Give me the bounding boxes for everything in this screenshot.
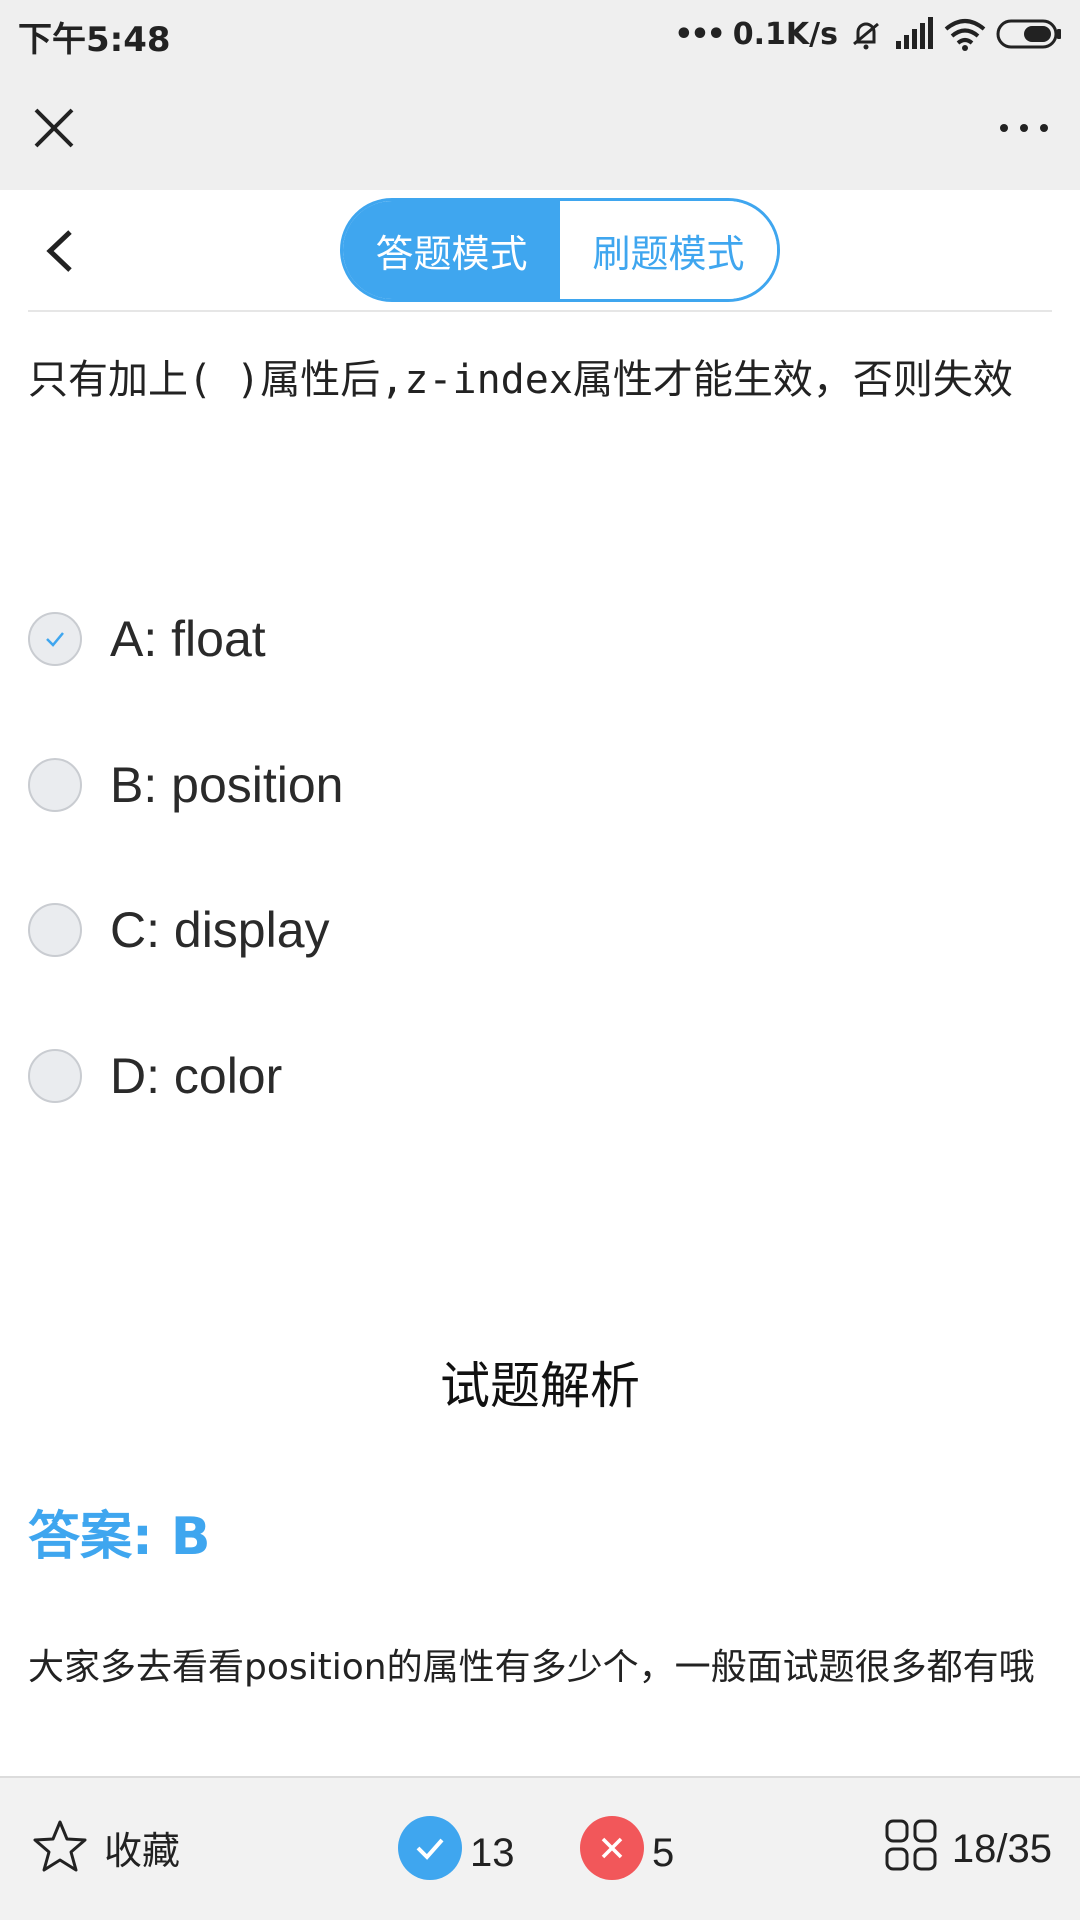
wrong-count: 5 (652, 1830, 675, 1875)
radio-unchecked[interactable] (28, 758, 82, 812)
wrong-counter[interactable]: 5 (580, 1816, 674, 1880)
favorite-label: 收藏 (104, 1828, 181, 1873)
status-dots: ••• (674, 16, 726, 52)
star-icon (33, 1820, 87, 1872)
progress-count: 18/35 (951, 1826, 1052, 1871)
correct-count: 13 (470, 1830, 515, 1875)
radio-checked[interactable] (28, 612, 82, 666)
close-icon[interactable] (28, 102, 80, 154)
status-time: 下午5:48 (18, 20, 171, 60)
signal-icon (896, 17, 933, 49)
grid-icon (885, 1819, 937, 1871)
correct-counter[interactable]: 13 (398, 1816, 515, 1880)
option-d[interactable]: D: color (28, 1046, 282, 1106)
bottom-bar: 收藏 13 5 18/35 (0, 1776, 1080, 1920)
check-icon (46, 632, 64, 647)
option-b[interactable]: B: position (28, 755, 343, 815)
option-label: C: display (110, 902, 330, 958)
question-text: 只有加上( )属性后,z-index属性才能生效，否则失效 (28, 357, 1013, 403)
tab-practice-mode[interactable]: 刷题模式 (560, 201, 777, 299)
analysis-title: 试题解析 (440, 1357, 640, 1415)
divider (28, 310, 1052, 312)
option-label: B: position (110, 757, 344, 813)
status-bar: 下午5:48 ••• 0.1K/s (0, 0, 1080, 66)
network-speed: 0.1K/s (732, 16, 838, 52)
explanation-text: 大家多去看看position的属性有多少个，一般面试题很多都有哦 (28, 1647, 1035, 1688)
correct-icon (398, 1816, 462, 1880)
option-c[interactable]: C: display (28, 900, 330, 960)
battery-icon (996, 19, 1061, 49)
radio-unchecked[interactable] (28, 903, 82, 957)
answer-text: 答案: B (28, 1507, 211, 1567)
radio-unchecked[interactable] (28, 1049, 82, 1103)
page-header: 答题模式 刷题模式 (0, 190, 1080, 312)
favorite-button[interactable]: 收藏 (30, 1818, 180, 1876)
tab-answer-mode[interactable]: 答题模式 (343, 201, 560, 299)
back-icon[interactable] (40, 226, 80, 276)
more-icon[interactable] (994, 102, 1054, 154)
question-progress[interactable]: 18/35 (884, 1818, 1052, 1872)
status-icons: ••• 0.1K/s (674, 14, 1062, 54)
webview-titlebar (0, 66, 1080, 190)
mute-icon (853, 22, 879, 50)
option-a[interactable]: A: float (28, 609, 266, 669)
option-label: A: float (110, 611, 266, 667)
wifi-icon (944, 19, 986, 51)
wrong-icon (580, 1816, 644, 1880)
mode-switch: 答题模式 刷题模式 (340, 198, 780, 302)
option-label: D: color (110, 1048, 283, 1104)
